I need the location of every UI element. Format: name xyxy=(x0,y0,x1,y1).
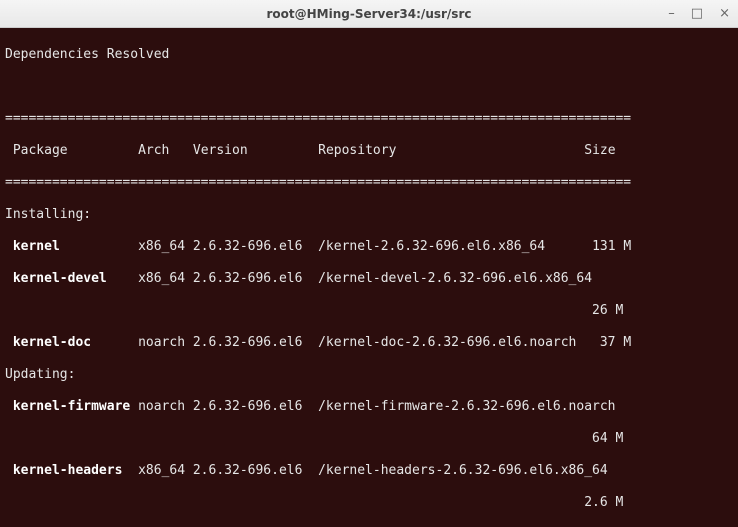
pkg-ver: 2.6.32-696.el6 xyxy=(193,239,303,254)
table-row-size: 2.6 M xyxy=(5,495,733,511)
pkg-arch: x86_64 xyxy=(138,463,185,478)
pkg-size: 64 M xyxy=(584,431,623,446)
pkg-ver: 2.6.32-696.el6 xyxy=(193,399,303,414)
updating-label: Updating: xyxy=(5,367,733,383)
pkg-ver: 2.6.32-696.el6 xyxy=(193,463,303,478)
table-row: kernel-devel x86_64 2.6.32-696.el6 /kern… xyxy=(5,271,733,287)
pkg-repo: /kernel-firmware-2.6.32-696.el6.noarch xyxy=(318,399,615,414)
pkg-arch: noarch xyxy=(138,399,185,414)
pkg-name: kernel xyxy=(5,239,60,254)
table-row: kernel x86_64 2.6.32-696.el6 /kernel-2.6… xyxy=(5,239,733,255)
pkg-size: 26 M xyxy=(584,303,623,318)
col-size: Size xyxy=(584,143,615,158)
table-row-size: 64 M xyxy=(5,431,733,447)
pkg-name: kernel-firmware xyxy=(5,399,130,414)
pkg-ver: 2.6.32-696.el6 xyxy=(193,335,303,350)
col-arch: Arch xyxy=(138,143,169,158)
hr-line: ========================================… xyxy=(5,111,733,127)
pkg-size: 37 M xyxy=(592,335,631,350)
table-row: kernel-headers x86_64 2.6.32-696.el6 /ke… xyxy=(5,463,733,479)
pkg-arch: x86_64 xyxy=(138,271,185,286)
pkg-repo: /kernel-headers-2.6.32-696.el6.x86_64 xyxy=(318,463,608,478)
col-package: Package xyxy=(5,143,68,158)
table-row: kernel-firmware noarch 2.6.32-696.el6 /k… xyxy=(5,399,733,415)
pkg-repo: /kernel-2.6.32-696.el6.x86_64 xyxy=(318,239,545,254)
maximize-button[interactable]: □ xyxy=(691,6,703,21)
table-row-size: 26 M xyxy=(5,303,733,319)
window-titlebar: root@HMing-Server34:/usr/src – □ × xyxy=(0,0,738,28)
pkg-ver: 2.6.32-696.el6 xyxy=(193,271,303,286)
dep-resolved-line: Dependencies Resolved xyxy=(5,47,733,63)
pkg-name: kernel-devel xyxy=(5,271,107,286)
col-version: Version xyxy=(193,143,248,158)
terminal-output[interactable]: Dependencies Resolved ==================… xyxy=(0,28,738,527)
window-title: root@HMing-Server34:/usr/src xyxy=(267,7,472,21)
pkg-name: kernel-doc xyxy=(5,335,91,350)
pkg-size: 2.6 M xyxy=(584,495,623,510)
pkg-arch: x86_64 xyxy=(138,239,185,254)
pkg-arch: noarch xyxy=(138,335,185,350)
minimize-button[interactable]: – xyxy=(668,6,675,21)
close-button[interactable]: × xyxy=(719,6,730,21)
pkg-name: kernel-headers xyxy=(5,463,122,478)
hr-line: ========================================… xyxy=(5,175,733,191)
window-controls: – □ × xyxy=(668,6,730,21)
table-row: kernel-doc noarch 2.6.32-696.el6 /kernel… xyxy=(5,335,733,351)
pkg-size: 131 M xyxy=(592,239,631,254)
col-repository: Repository xyxy=(318,143,396,158)
header-row: Package Arch Version Repository Size xyxy=(5,143,733,159)
pkg-repo: /kernel-doc-2.6.32-696.el6.noarch xyxy=(318,335,576,350)
blank-line xyxy=(5,79,733,95)
installing-label: Installing: xyxy=(5,207,733,223)
pkg-repo: /kernel-devel-2.6.32-696.el6.x86_64 xyxy=(318,271,592,286)
